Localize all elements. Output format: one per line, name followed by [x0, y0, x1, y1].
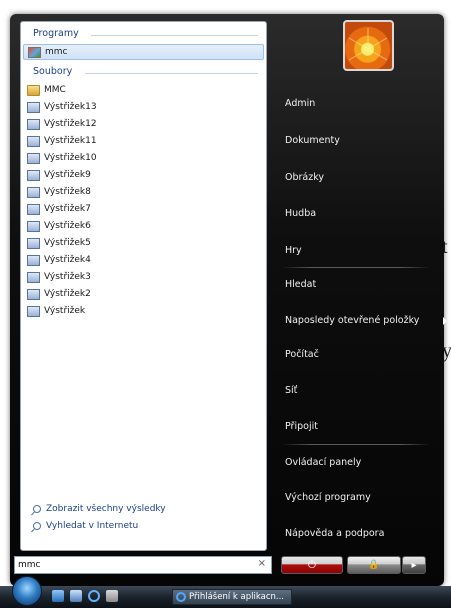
list-item[interactable]: Výstřižek12 — [27, 116, 97, 132]
image-file-icon — [27, 186, 40, 198]
list-item-mmc[interactable]: mmc — [23, 44, 264, 60]
image-file-icon — [27, 237, 40, 249]
list-item[interactable]: Výstřižek9 — [27, 167, 91, 183]
switch-windows-icon[interactable] — [70, 590, 82, 602]
list-item-label: MMC — [44, 85, 66, 95]
list-item-label: mmc — [45, 47, 68, 57]
right-item-games[interactable]: Hry — [285, 243, 302, 259]
group-divider — [85, 73, 258, 74]
search-results-pane: Programy mmc Soubory MMC Výstřižek13 Výs… — [20, 21, 267, 551]
link-label: Zobrazit všechny výsledky — [46, 504, 166, 514]
right-item-computer[interactable]: Počítač — [285, 347, 319, 363]
list-item-label: Výstřižek4 — [44, 255, 91, 265]
group-header-label: Soubory — [33, 66, 73, 77]
power-button[interactable]: ⏻ — [281, 556, 343, 574]
list-item[interactable]: Výstřižek4 — [27, 252, 91, 268]
folder-icon — [27, 84, 40, 96]
power-icon: ⏻ — [308, 559, 316, 571]
list-item[interactable]: Výstřižek10 — [27, 150, 97, 166]
internet-explorer-icon — [176, 592, 186, 602]
list-item-label: Výstřižek3 — [44, 272, 91, 282]
submenu-arrow-icon — [443, 317, 447, 325]
image-file-icon — [27, 169, 40, 181]
search-icon — [33, 505, 41, 513]
link-label: Vyhledat v Internetu — [46, 521, 139, 531]
flower-icon — [348, 28, 388, 61]
image-file-icon — [27, 288, 40, 300]
list-item-label: Výstřižek9 — [44, 170, 91, 180]
image-file-icon — [27, 203, 40, 215]
group-header-files: Soubory — [33, 66, 258, 80]
group-header-label: Programy — [33, 28, 79, 39]
list-item[interactable]: MMC — [27, 82, 66, 98]
show-desktop-icon[interactable] — [52, 590, 64, 602]
image-file-icon — [27, 271, 40, 283]
list-item[interactable]: Výstřižek11 — [27, 133, 97, 149]
start-orb-button[interactable] — [12, 576, 42, 606]
image-file-icon — [27, 152, 40, 164]
list-item-label: Výstřižek8 — [44, 187, 91, 197]
list-item-label: Výstřižek2 — [44, 289, 91, 299]
list-item[interactable]: Výstřižek2 — [27, 286, 91, 302]
list-item[interactable]: Výstřižek13 — [27, 99, 97, 115]
right-item-network[interactable]: Síť — [285, 383, 297, 399]
right-item-pictures[interactable]: Obrázky — [285, 170, 324, 186]
list-item[interactable]: Výstřižek5 — [27, 235, 91, 251]
list-item[interactable]: Výstřižek8 — [27, 184, 91, 200]
divider — [281, 444, 431, 445]
right-item-admin[interactable]: Admin — [285, 96, 315, 112]
image-file-icon — [27, 118, 40, 130]
list-item-label: Výstřižek10 — [44, 153, 97, 163]
right-item-control-panel[interactable]: Ovládací panely — [285, 455, 361, 471]
right-item-search[interactable]: Hledat — [285, 277, 316, 293]
list-item-label: Výstřižek5 — [44, 238, 91, 248]
list-item[interactable]: Výstřižek7 — [27, 201, 91, 217]
list-item-label: Výstřižek — [44, 306, 86, 316]
clear-search-icon[interactable]: × — [258, 558, 266, 569]
right-item-help-support[interactable]: Nápověda a podpora — [285, 526, 384, 542]
taskbar-window-button[interactable]: Přihlášení k aplikacn... — [172, 589, 292, 605]
user-picture-avatar[interactable] — [343, 20, 394, 71]
list-item[interactable]: Výstřižek — [27, 303, 85, 319]
divider — [281, 267, 431, 268]
right-item-music[interactable]: Hudba — [285, 206, 316, 222]
image-file-icon — [27, 254, 40, 266]
group-header-programs: Programy — [33, 28, 258, 42]
search-internet-link[interactable]: Vyhledat v Internetu — [33, 519, 138, 533]
list-item-label: Výstřižek13 — [44, 102, 97, 112]
image-file-icon — [27, 220, 40, 232]
mmc-icon — [28, 46, 41, 58]
internet-explorer-icon[interactable] — [88, 590, 100, 602]
list-item[interactable]: Výstřižek6 — [27, 218, 91, 234]
right-item-documents[interactable]: Dokumenty — [285, 133, 340, 149]
image-file-icon — [27, 135, 40, 147]
lock-icon: 🔒 — [368, 560, 380, 570]
image-file-icon — [27, 305, 40, 317]
show-all-results-link[interactable]: Zobrazit všechny výsledky — [33, 502, 166, 516]
taskbar-window-label: Přihlášení k aplikacn... — [189, 592, 284, 602]
list-item-label: Výstřižek11 — [44, 136, 97, 146]
search-icon — [33, 522, 41, 530]
search-input[interactable] — [15, 558, 238, 572]
right-item-default-programs[interactable]: Výchozí programy — [285, 490, 371, 506]
group-divider — [91, 35, 258, 36]
quick-launch-icon[interactable] — [106, 590, 118, 602]
start-search-box[interactable]: × — [14, 556, 272, 574]
list-item-label: Výstřižek6 — [44, 221, 91, 231]
list-item-label: Výstřižek7 — [44, 204, 91, 214]
list-item[interactable]: Výstřižek3 — [27, 269, 91, 285]
image-file-icon — [27, 101, 40, 113]
shutdown-options-button[interactable]: ▸ — [402, 556, 426, 574]
right-item-connect[interactable]: Připojit — [285, 419, 318, 435]
list-item-label: Výstřižek12 — [44, 119, 97, 129]
lock-button[interactable]: 🔒 — [347, 556, 401, 574]
arrow-right-icon: ▸ — [411, 559, 417, 571]
right-item-recent-items[interactable]: Naposledy otevřené položky — [285, 313, 419, 329]
